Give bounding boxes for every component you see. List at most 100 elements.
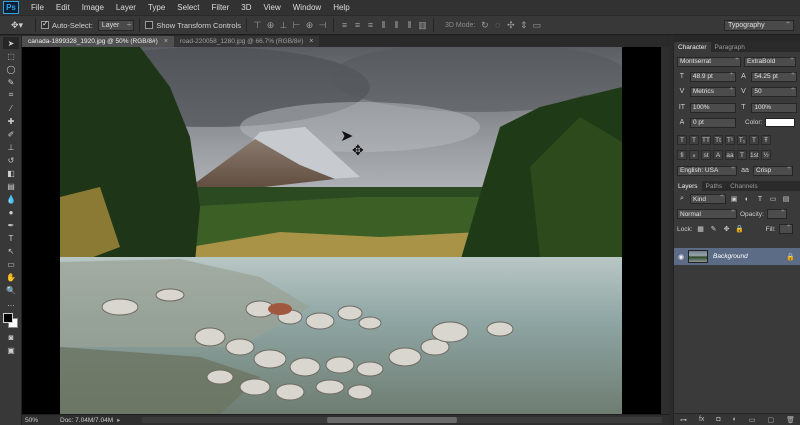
- menu-file[interactable]: File: [25, 3, 50, 12]
- gradient-tool-icon[interactable]: ▤: [3, 180, 19, 192]
- filter-pixel-icon[interactable]: ▣: [729, 195, 739, 203]
- fill-field[interactable]: [778, 223, 793, 234]
- align-vcenter-icon[interactable]: ⊕: [265, 20, 276, 31]
- lock-all-icon[interactable]: 🔒: [735, 225, 745, 233]
- close-icon[interactable]: ×: [309, 38, 313, 45]
- ordinals-icon[interactable]: T: [737, 149, 747, 160]
- path-selection-tool-icon[interactable]: ↖: [3, 245, 19, 257]
- layer-row-background[interactable]: ◉ Background 🔒: [674, 248, 800, 265]
- auto-align-icon[interactable]: ▥: [417, 20, 428, 31]
- distribute-bottom-icon[interactable]: ≡: [365, 20, 376, 31]
- text-color-swatch[interactable]: [765, 118, 796, 127]
- 3d-slide-icon[interactable]: ⇕: [518, 20, 529, 31]
- lasso-tool-icon[interactable]: ◯: [3, 63, 19, 75]
- horizontal-scrollbar[interactable]: [142, 417, 662, 423]
- quick-mask-icon[interactable]: ◙: [3, 331, 19, 343]
- filter-adjust-icon[interactable]: ◐: [742, 196, 752, 203]
- eyedropper-tool-icon[interactable]: ⁄: [3, 102, 19, 114]
- faux-italic-icon[interactable]: T: [689, 134, 699, 145]
- ligatures-icon[interactable]: fi: [677, 149, 687, 160]
- color-swatches[interactable]: [3, 313, 19, 329]
- align-hcenter-icon[interactable]: ⊕: [304, 20, 315, 31]
- clone-stamp-tool-icon[interactable]: ⊥: [3, 141, 19, 153]
- menu-window[interactable]: Window: [287, 3, 327, 12]
- filter-smart-icon[interactable]: ▤: [781, 195, 791, 203]
- menu-layer[interactable]: Layer: [110, 3, 142, 12]
- blur-tool-icon[interactable]: 💧: [3, 193, 19, 205]
- tab-channels[interactable]: Channels: [726, 181, 761, 191]
- new-layer-icon[interactable]: ▢: [767, 416, 774, 424]
- titling-icon[interactable]: aa: [725, 149, 735, 160]
- 3d-drag-icon[interactable]: ✣: [505, 20, 516, 31]
- hand-tool-icon[interactable]: ✋: [3, 271, 19, 283]
- baseline-shift-field[interactable]: 0 pt: [690, 117, 736, 128]
- dodge-tool-icon[interactable]: ●: [3, 206, 19, 218]
- fractions-icon[interactable]: 1st: [749, 149, 759, 160]
- leading-field[interactable]: 54.25 pt: [751, 71, 797, 82]
- new-group-icon[interactable]: ▭: [749, 416, 756, 424]
- healing-brush-tool-icon[interactable]: ✚: [3, 115, 19, 127]
- pen-tool-icon[interactable]: ✒: [3, 219, 19, 231]
- font-size-field[interactable]: 48.9 pt: [689, 71, 736, 82]
- type-tool-icon[interactable]: T: [3, 232, 19, 244]
- shape-tool-icon[interactable]: ▭: [3, 258, 19, 270]
- scrollbar-thumb[interactable]: [327, 417, 457, 423]
- filter-type-icon[interactable]: T: [755, 196, 765, 203]
- menu-help[interactable]: Help: [327, 3, 355, 12]
- menu-image[interactable]: Image: [76, 3, 110, 12]
- status-menu-arrow-icon[interactable]: ▸: [117, 416, 120, 424]
- distribute-right-icon[interactable]: ⦀: [404, 20, 415, 31]
- show-transform-checkbox[interactable]: Show Transform Controls: [145, 21, 241, 30]
- foreground-color[interactable]: [3, 313, 13, 323]
- language-dropdown[interactable]: English: USA: [677, 165, 737, 176]
- auto-select-checkbox[interactable]: Auto-Select:: [41, 19, 93, 30]
- filter-shape-icon[interactable]: ▭: [768, 195, 778, 203]
- tab-layers[interactable]: Layers: [674, 181, 702, 191]
- horizontal-scale-field[interactable]: 100%: [751, 102, 797, 113]
- menu-select[interactable]: Select: [171, 3, 205, 12]
- align-left-icon[interactable]: ⊢: [291, 20, 302, 31]
- doc-size[interactable]: Doc: 7.04M/7.04M: [60, 417, 113, 424]
- landscape-photo[interactable]: ➤ ✥: [60, 47, 622, 414]
- opacity-field[interactable]: [766, 208, 787, 219]
- ornaments-icon[interactable]: ℴ: [689, 149, 699, 160]
- menu-filter[interactable]: Filter: [206, 3, 236, 12]
- marquee-tool-icon[interactable]: ⬚: [3, 50, 19, 62]
- screen-mode-icon[interactable]: ▣: [3, 344, 19, 356]
- eraser-tool-icon[interactable]: ◧: [3, 167, 19, 179]
- all-caps-icon[interactable]: TT: [701, 134, 711, 145]
- tab-paths[interactable]: Paths: [702, 181, 727, 191]
- font-style-dropdown[interactable]: ExtraBold: [744, 56, 796, 67]
- document-tab[interactable]: road-220058_1280.jpg @ 66.7% (RGB/8#) ×: [173, 36, 320, 47]
- align-top-icon[interactable]: ⊤: [252, 20, 263, 31]
- document-canvas[interactable]: ➤ ✥: [22, 47, 668, 414]
- tracking-field[interactable]: 50: [751, 86, 797, 97]
- underline-icon[interactable]: T: [749, 134, 759, 145]
- eye-icon[interactable]: ◉: [674, 253, 688, 261]
- lock-pixels-icon[interactable]: ✎: [709, 225, 719, 233]
- document-tab-active[interactable]: canada-1899328_1920.jpg @ 50% (RGB/8#) ×: [22, 36, 174, 47]
- menu-edit[interactable]: Edit: [50, 3, 76, 12]
- antialias-dropdown[interactable]: Crisp: [753, 165, 793, 176]
- half-icon[interactable]: ½: [761, 149, 771, 160]
- auto-select-dropdown[interactable]: Layer: [97, 19, 135, 31]
- superscript-icon[interactable]: T¹: [725, 134, 735, 145]
- align-bottom-icon[interactable]: ⊥: [278, 20, 289, 31]
- move-tool-preset-icon[interactable]: ✥▾: [4, 17, 30, 33]
- 3d-rotate-icon[interactable]: ↻: [479, 20, 490, 31]
- close-icon[interactable]: ×: [164, 38, 168, 45]
- kerning-dropdown[interactable]: Metrics: [689, 86, 736, 97]
- move-tool-icon[interactable]: ➤: [3, 37, 19, 49]
- crop-tool-icon[interactable]: ⌗: [3, 89, 19, 101]
- delete-layer-icon[interactable]: 🗑: [786, 416, 795, 424]
- quick-select-tool-icon[interactable]: ✎: [3, 76, 19, 88]
- lock-transparent-icon[interactable]: ▦: [696, 225, 706, 233]
- more-tools-icon[interactable]: …: [3, 297, 19, 309]
- blend-mode-dropdown[interactable]: Normal: [677, 208, 737, 219]
- workspace-dropdown[interactable]: Typography: [724, 20, 794, 31]
- tab-character[interactable]: Character: [674, 42, 711, 52]
- zoom-level[interactable]: 50%: [22, 417, 44, 424]
- vertical-scrollbar[interactable]: [661, 47, 669, 414]
- menu-3d[interactable]: 3D: [235, 3, 257, 12]
- distribute-left-icon[interactable]: ⦀: [378, 20, 389, 31]
